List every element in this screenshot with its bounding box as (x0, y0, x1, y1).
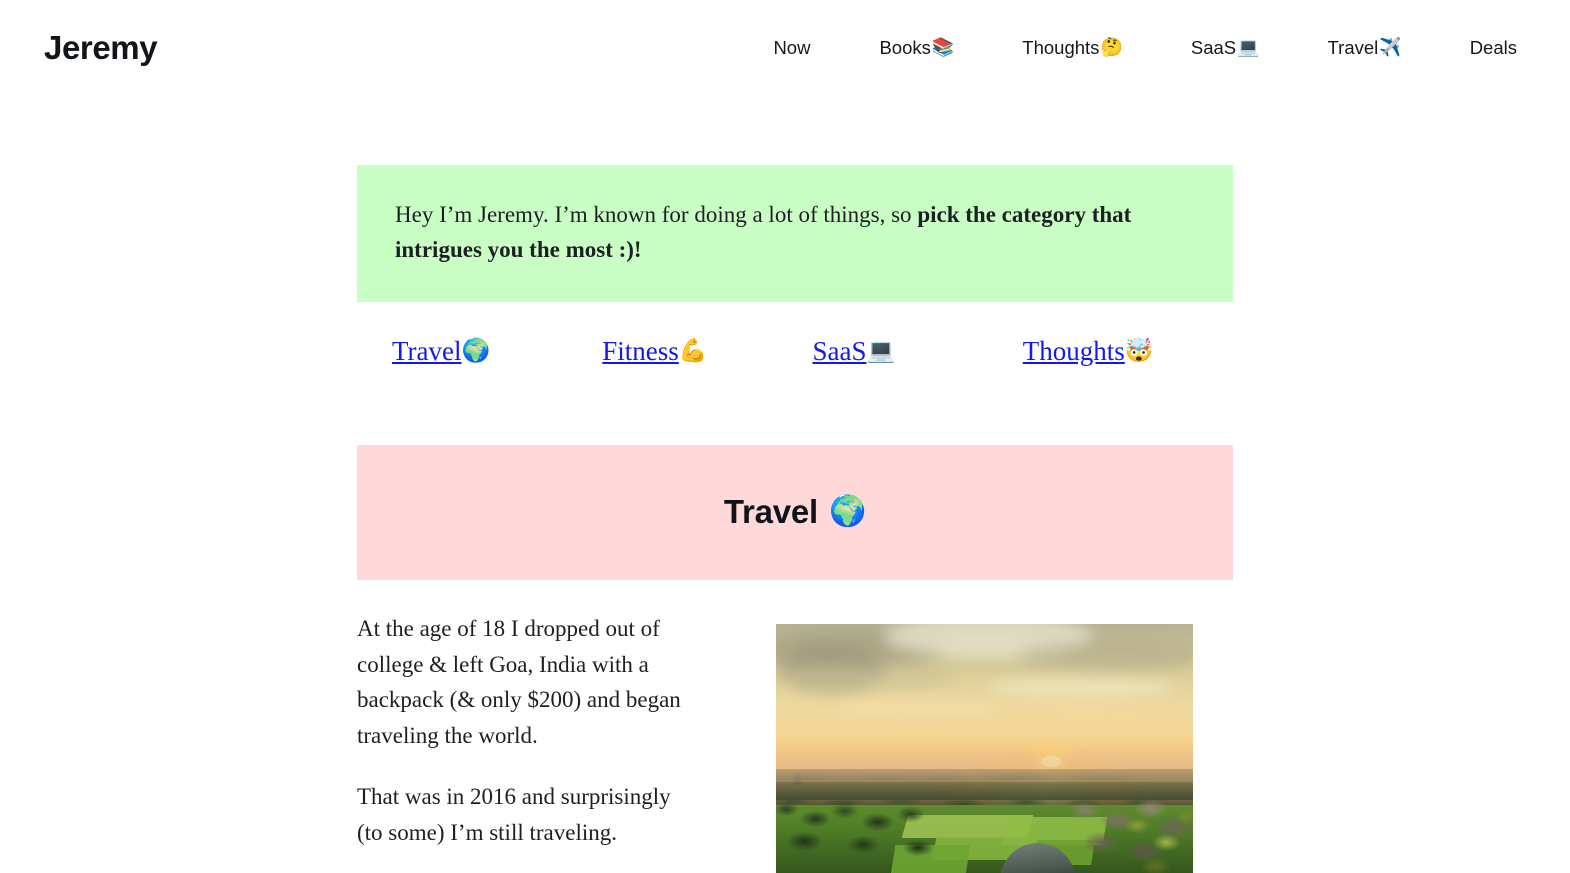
photo-cloud (984, 676, 1177, 697)
intro-paragraph: Hey I’m Jeremy. I’m known for doing a lo… (395, 198, 1195, 268)
nav-item-label: Thoughts (1022, 36, 1100, 58)
content-column: Hey I’m Jeremy. I’m known for doing a lo… (357, 165, 1233, 873)
category-link-travel[interactable]: Travel (392, 336, 462, 367)
flexed-biceps-emoji-icon: 💪 (678, 337, 708, 364)
nav-item-label: Deals (1469, 36, 1517, 58)
nav-item-label: Travel (1327, 36, 1379, 58)
globe-emoji-icon: 🌍 (829, 494, 867, 530)
exploding-head-emoji-icon: 🤯 (1124, 337, 1154, 364)
page-main: Hey I’m Jeremy. I’m known for doing a lo… (0, 165, 1570, 873)
primary-navigation: Now Books 📚 Thoughts 🤔 SaaS 💻 Travel ✈️ … (773, 31, 1518, 65)
nav-item-now[interactable]: Now (773, 31, 811, 65)
intro-banner: Hey I’m Jeremy. I’m known for doing a lo… (357, 165, 1233, 302)
thinking-face-emoji-icon: 🤔 (1100, 36, 1123, 58)
nav-item-deals[interactable]: Deals (1470, 31, 1518, 65)
laptop-emoji-icon: 💻 (866, 337, 896, 364)
site-header: Jeremy Now Books 📚 Thoughts 🤔 SaaS 💻 Tra… (0, 0, 1570, 92)
nav-item-travel[interactable]: Travel ✈️ (1328, 31, 1402, 65)
nav-item-label: Books (879, 36, 931, 58)
category-link-fitness[interactable]: Fitness (602, 336, 679, 367)
photo-cloud (792, 666, 952, 690)
category-link-thoughts[interactable]: Thoughts (1023, 336, 1125, 367)
article-paragraph-1: At the age of 18 I dropped out of colleg… (357, 615, 681, 748)
travel-section-banner: Travel 🌍 (357, 444, 1233, 580)
nav-item-books[interactable]: Books 📚 (879, 31, 954, 65)
category-link-thoughts-wrap: Thoughts 🤯 (1023, 336, 1233, 367)
category-link-saas[interactable]: SaaS (813, 336, 867, 367)
site-brand-logo[interactable]: Jeremy (44, 31, 158, 64)
category-link-saas-wrap: SaaS 💻 (813, 336, 1023, 367)
nav-item-label: SaaS (1190, 36, 1237, 58)
airplane-emoji-icon: ✈️ (1379, 36, 1402, 58)
travel-photo (776, 623, 1193, 873)
section-heading: Travel 🌍 (723, 493, 867, 531)
article-text-column: At the age of 18 I dropped out of colleg… (357, 608, 695, 851)
article-paragraph-2: That was in 2016 and surprisingly (to so… (357, 784, 671, 846)
travel-article: At the age of 18 I dropped out of colleg… (357, 608, 1233, 873)
globe-emoji-icon: 🌍 (461, 337, 491, 364)
nav-item-thoughts[interactable]: Thoughts 🤔 (1022, 31, 1123, 65)
section-heading-label: Travel (723, 493, 819, 531)
photo-foreground-foliage (1109, 799, 1193, 873)
category-links-row: Travel 🌍 Fitness 💪 SaaS 💻 Thoughts 🤯 (357, 336, 1233, 367)
category-link-fitness-wrap: Fitness 💪 (602, 336, 812, 367)
nav-item-saas[interactable]: SaaS 💻 (1191, 31, 1260, 65)
category-link-travel-wrap: Travel 🌍 (392, 336, 602, 367)
photo-cloud (1005, 706, 1173, 722)
books-emoji-icon: 📚 (931, 36, 955, 58)
photo-cloud (1017, 638, 1193, 672)
laptop-emoji-icon: 💻 (1237, 36, 1260, 58)
intro-text-plain: Hey I’m Jeremy. I’m known for doing a lo… (395, 202, 918, 227)
nav-item-label: Now (773, 36, 811, 58)
photo-palm-grove (776, 794, 952, 873)
